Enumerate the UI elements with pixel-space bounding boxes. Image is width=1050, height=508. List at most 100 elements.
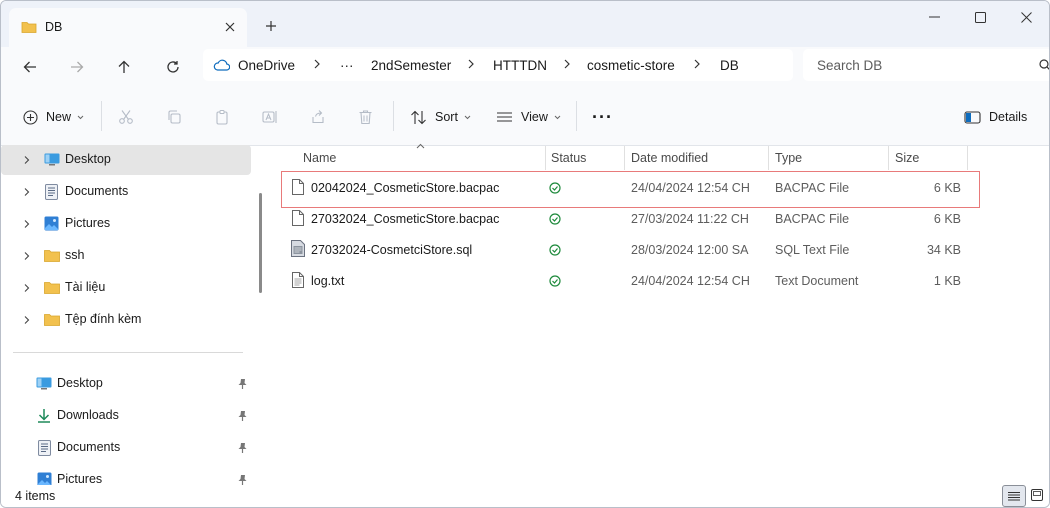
breadcrumb-2ndsemester[interactable]: 2ndSemester	[371, 58, 451, 73]
sort-ascending-icon	[416, 143, 425, 149]
tiles-view-button[interactable]	[1026, 485, 1048, 505]
sidebar-item-label: Documents	[65, 184, 129, 198]
column-header-date-modified[interactable]: Date modified	[631, 146, 708, 170]
breadcrumb-overflow[interactable]: ···	[340, 58, 354, 73]
quick-access-label: Documents	[57, 440, 121, 454]
column-divider[interactable]	[768, 146, 769, 170]
sync-ok-icon	[549, 275, 561, 287]
search-icon	[1039, 59, 1049, 74]
tiles-view-icon	[1031, 489, 1043, 501]
sidebar-item-tai-lieu[interactable]: Tài liệu	[1, 273, 251, 303]
quick-access-desktop[interactable]: Desktop	[1, 369, 251, 399]
sql-file-icon	[291, 240, 305, 257]
view-button[interactable]: View	[496, 105, 561, 129]
sidebar-item-tep-dinh-kem[interactable]: Tệp đính kèm	[1, 305, 251, 335]
minimize-button[interactable]	[911, 1, 957, 33]
file-type: Text Document	[775, 274, 859, 288]
paste-button[interactable]	[214, 105, 230, 129]
desktop-icon	[44, 153, 60, 166]
tab-db[interactable]: DB	[9, 8, 247, 47]
details-pane-icon	[964, 110, 981, 124]
sidebar-item-desktop[interactable]: Desktop	[1, 145, 251, 175]
chevron-right-icon[interactable]	[23, 283, 31, 293]
column-header-type[interactable]: Type	[775, 146, 802, 170]
quick-access-downloads[interactable]: Downloads	[1, 401, 251, 431]
more-options-button[interactable]: ···	[592, 105, 613, 129]
address-bar[interactable]: OneDrive ··· 2ndSemester HTTTDN cosmetic…	[203, 49, 793, 81]
file-name: log.txt	[311, 274, 345, 288]
column-divider[interactable]	[888, 146, 889, 170]
quick-access-documents[interactable]: Documents	[1, 433, 251, 463]
details-button[interactable]: Details	[964, 105, 1027, 129]
chevron-right-icon[interactable]	[467, 58, 477, 72]
forward-button[interactable]	[62, 54, 92, 80]
sidebar-item-label: ssh	[65, 248, 85, 262]
rename-button[interactable]	[262, 105, 279, 129]
up-button[interactable]	[109, 54, 139, 80]
new-button[interactable]: New	[23, 105, 84, 129]
sort-icon	[411, 110, 426, 124]
cut-button[interactable]	[118, 105, 134, 129]
close-window-button[interactable]	[1003, 1, 1049, 33]
column-divider[interactable]	[967, 146, 968, 170]
view-label: View	[521, 110, 548, 124]
pin-icon[interactable]	[237, 378, 248, 390]
file-row[interactable]: 27032024_CosmeticStore.bacpac 27/03/2024…	[281, 204, 981, 234]
breadcrumb-db[interactable]: DB	[720, 58, 739, 73]
search-box[interactable]: Search DB	[803, 49, 1049, 81]
item-count: 4 items	[15, 489, 56, 503]
breadcrumb-onedrive[interactable]: OneDrive	[238, 58, 295, 73]
chevron-right-icon[interactable]	[23, 155, 31, 165]
maximize-button[interactable]	[957, 1, 1003, 33]
download-icon	[38, 409, 50, 423]
copy-button[interactable]	[166, 105, 182, 129]
sidebar-item-ssh[interactable]: ssh	[1, 241, 251, 271]
breadcrumb-htttdn[interactable]: HTTTDN	[493, 58, 547, 73]
chevron-right-icon[interactable]	[563, 58, 573, 72]
sort-label: Sort	[435, 110, 458, 124]
sidebar-item-pictures[interactable]: Pictures	[1, 209, 251, 239]
back-button[interactable]	[15, 54, 45, 80]
chevron-right-icon[interactable]	[693, 58, 703, 72]
navigation-bar: OneDrive ··· 2ndSemester HTTTDN cosmetic…	[1, 47, 1049, 87]
breadcrumb-cosmetic-store[interactable]: cosmetic-store	[587, 58, 675, 73]
file-row[interactable]: 27032024-CosmetciStore.sql 28/03/2024 12…	[281, 235, 981, 265]
sort-button[interactable]: Sort	[410, 105, 471, 129]
text-file-icon	[292, 272, 304, 288]
sidebar-scrollbar[interactable]	[259, 193, 262, 293]
details-view-button[interactable]	[1002, 485, 1026, 507]
onedrive-cloud-icon	[213, 59, 231, 74]
command-bar: New Sort View ··· Details	[1, 87, 1049, 146]
pin-icon[interactable]	[237, 442, 248, 454]
close-tab-icon[interactable]	[219, 16, 241, 38]
refresh-button[interactable]	[158, 54, 188, 80]
column-divider[interactable]	[545, 146, 546, 170]
chevron-right-icon[interactable]	[23, 315, 31, 325]
sidebar-item-documents[interactable]: Documents	[1, 177, 251, 207]
file-row[interactable]: log.txt 24/04/2024 12:54 CH Text Documen…	[281, 266, 981, 296]
column-header-status[interactable]: Status	[551, 146, 586, 170]
share-button[interactable]	[310, 105, 326, 129]
file-icon	[292, 179, 304, 195]
new-tab-button[interactable]	[259, 15, 283, 37]
column-header-name[interactable]: Name	[303, 146, 336, 170]
details-view-icon	[1008, 492, 1020, 501]
pictures-icon	[44, 216, 59, 231]
file-date: 27/03/2024 11:22 CH	[631, 212, 749, 226]
sidebar-item-label: Desktop	[65, 152, 111, 166]
file-row[interactable]: 02042024_CosmeticStore.bacpac 24/04/2024…	[281, 173, 981, 203]
file-size: 1 KB	[933, 274, 961, 288]
file-list: Name Status Date modified Type Size 0204…	[269, 143, 1049, 486]
pin-icon[interactable]	[237, 410, 248, 422]
delete-button[interactable]	[358, 105, 373, 129]
file-size: 6 KB	[933, 212, 961, 226]
column-divider[interactable]	[624, 146, 625, 170]
share-icon	[312, 110, 324, 124]
plus-circle-icon	[23, 109, 38, 125]
chevron-right-icon[interactable]	[23, 251, 31, 261]
chevron-right-icon[interactable]	[23, 187, 31, 197]
status-bar: 4 items	[1, 485, 1049, 507]
chevron-right-icon[interactable]	[313, 58, 323, 72]
chevron-right-icon[interactable]	[23, 219, 31, 229]
column-header-size[interactable]: Size	[895, 146, 919, 170]
